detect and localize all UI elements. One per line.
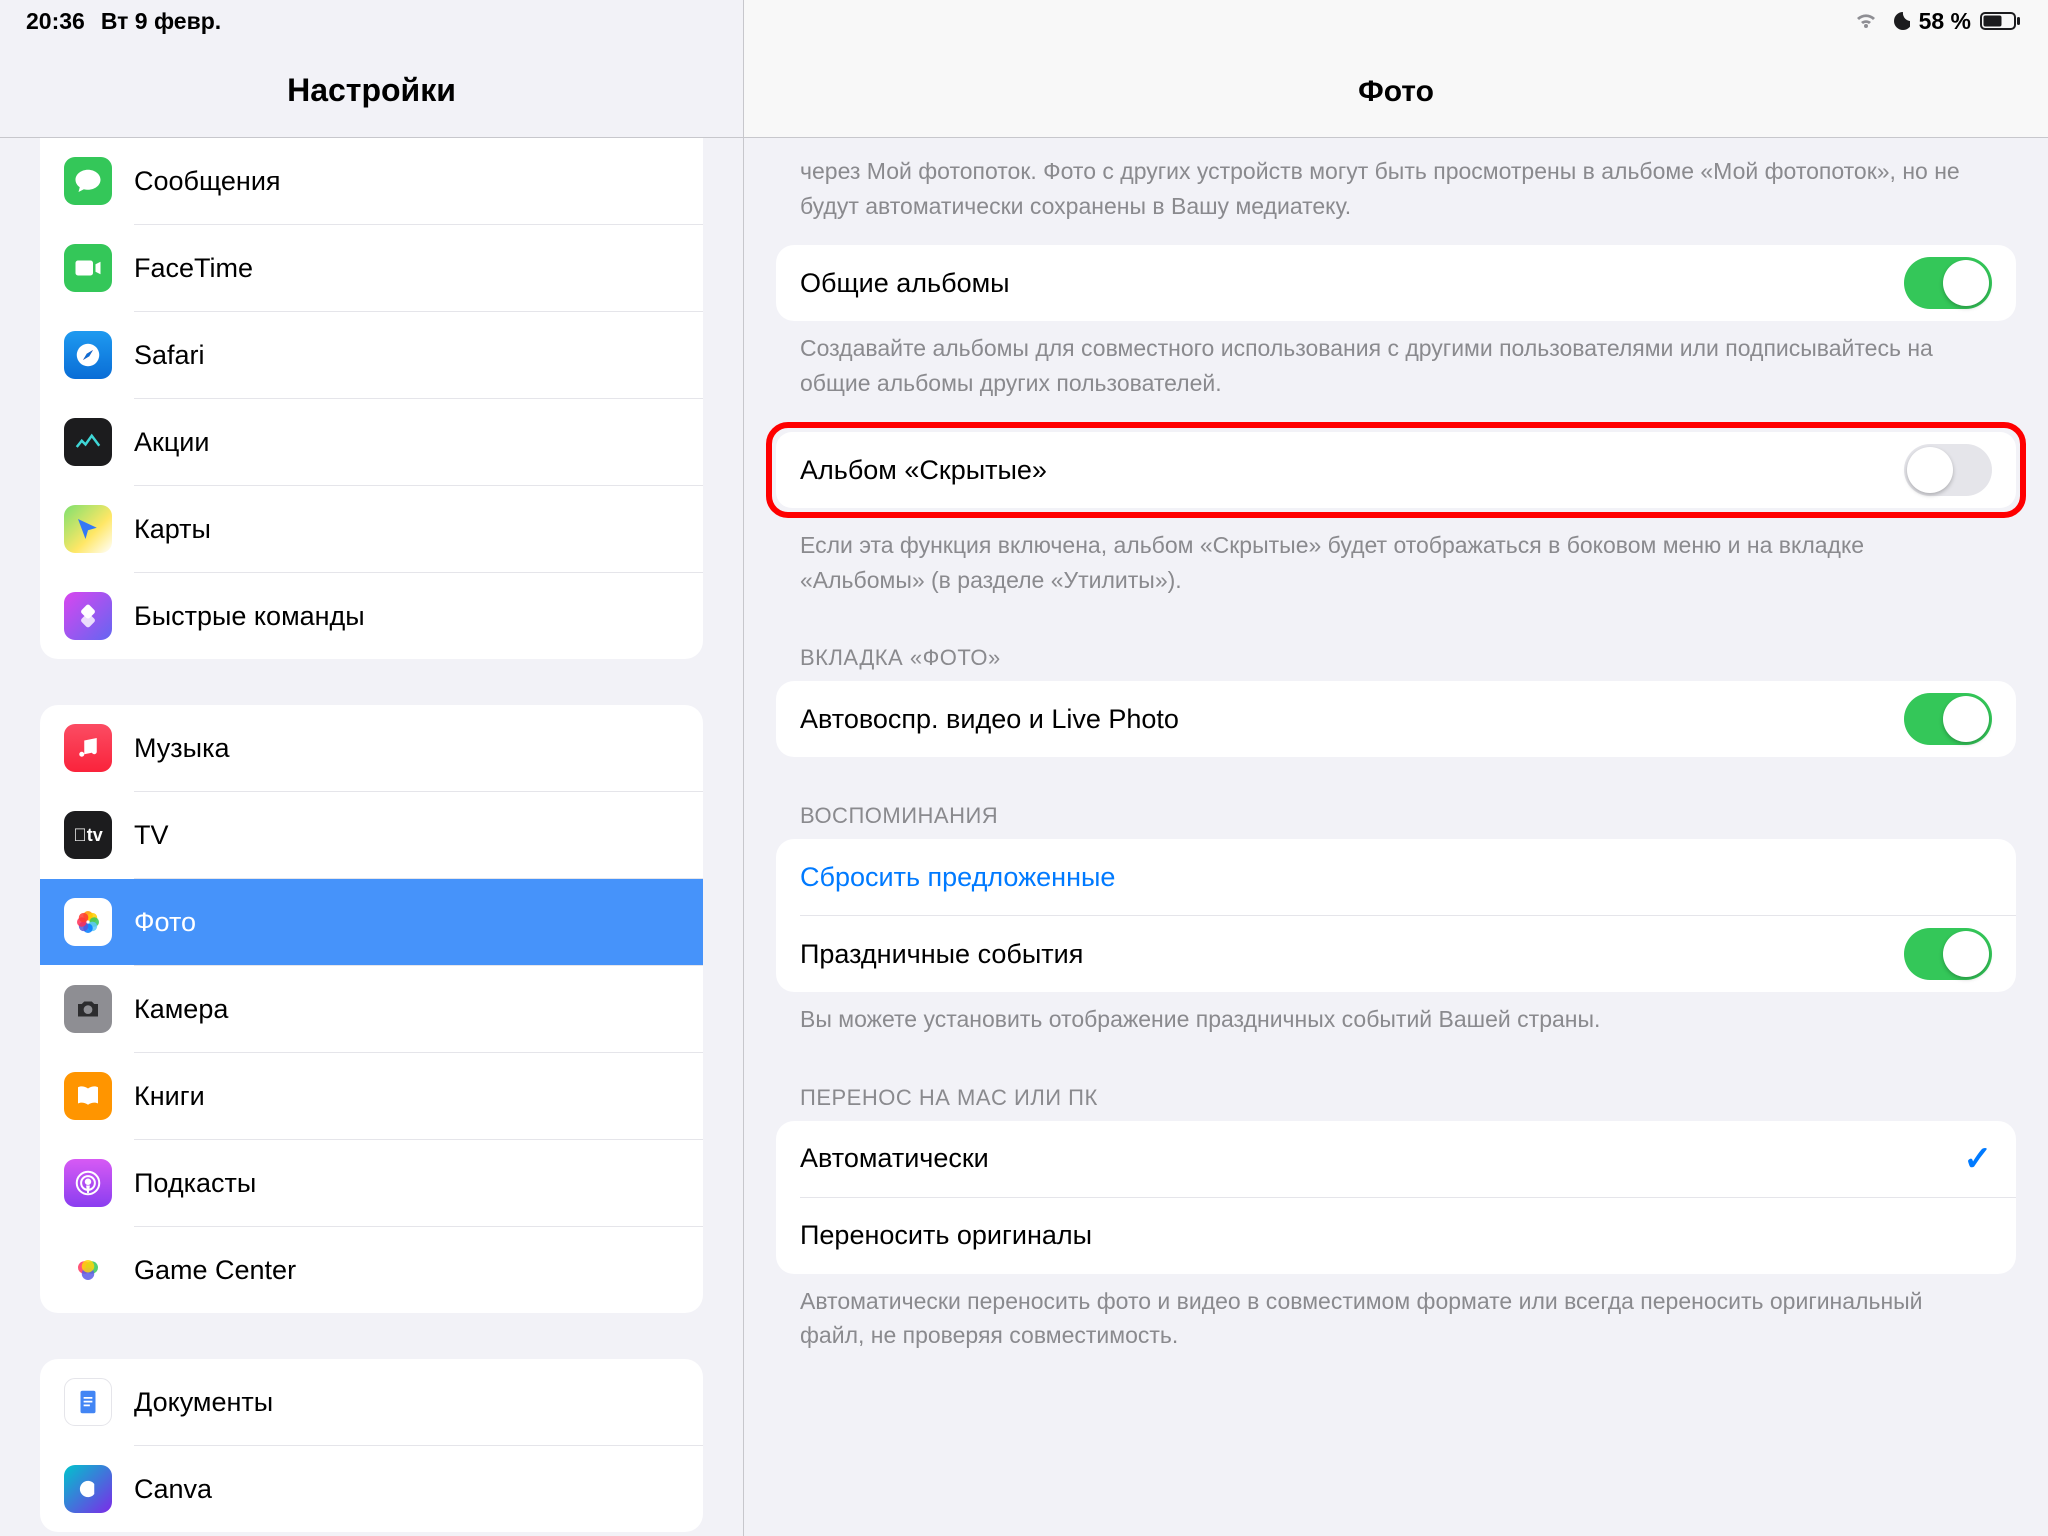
sidebar-item-music[interactable]: Музыка [40, 705, 703, 791]
checkmark-icon: ✓ [1964, 1139, 1993, 1179]
gamecenter-icon [64, 1246, 112, 1294]
sidebar-item-camera[interactable]: Камера [40, 966, 703, 1052]
transfer-footer: Автоматически переносить фото и видео в … [776, 1274, 2016, 1375]
safari-icon [64, 331, 112, 379]
shared-albums-footer: Создавайте альбомы для совместного испол… [776, 321, 2016, 422]
facetime-icon [64, 244, 112, 292]
sidebar-item-photos[interactable]: Фото [40, 879, 703, 965]
podcasts-icon [64, 1159, 112, 1207]
hidden-album-footer: Если эта функция включена, альбом «Скрыт… [776, 518, 2016, 619]
tv-icon: tv [64, 811, 112, 859]
hidden-album-toggle[interactable] [1904, 444, 1992, 496]
reset-suggested-row[interactable]: Сбросить предложенные [776, 839, 2016, 915]
shared-albums-row[interactable]: Общие альбомы [776, 245, 2016, 321]
sidebar-item-label: Акции [134, 427, 209, 458]
books-icon [64, 1072, 112, 1120]
row-label: Автоматически [800, 1143, 989, 1174]
battery-icon [1980, 11, 2022, 31]
shared-albums-group: Общие альбомы [776, 245, 2016, 321]
sidebar-item-label: Game Center [134, 1255, 296, 1286]
sidebar-item-label: Карты [134, 514, 211, 545]
transfer-header: ПЕРЕНОС НА MAC ИЛИ ПК [776, 1059, 2016, 1121]
sidebar-item-messages[interactable]: Сообщения [40, 138, 703, 224]
shared-albums-toggle[interactable] [1904, 257, 1992, 309]
hidden-album-highlight: Альбом «Скрытые» [766, 422, 2026, 518]
sidebar-item-label: Safari [134, 340, 205, 371]
transfer-auto-row[interactable]: Автоматически ✓ [776, 1121, 2016, 1197]
sidebar-item-facetime[interactable]: FaceTime [40, 225, 703, 311]
sidebar-title: Настройки [287, 72, 456, 109]
settings-sidebar: Настройки Сообщения FaceTime Safari [0, 0, 744, 1536]
sidebar-item-safari[interactable]: Safari [40, 312, 703, 398]
holiday-events-toggle[interactable] [1904, 928, 1992, 980]
row-label: Общие альбомы [800, 268, 1010, 299]
stocks-icon [64, 418, 112, 466]
settings-detail: Фото через Мой фотопоток. Фото с других … [744, 0, 2048, 1536]
sidebar-item-label: TV [134, 820, 169, 851]
autoplay-row[interactable]: Автовоспр. видео и Live Photo [776, 681, 2016, 757]
shortcuts-icon [64, 592, 112, 640]
photos-icon [64, 898, 112, 946]
sidebar-item-shortcuts[interactable]: Быстрые команды [40, 573, 703, 659]
autoplay-toggle[interactable] [1904, 693, 1992, 745]
sidebar-item-label: Фото [134, 907, 196, 938]
row-label: Праздничные события [800, 939, 1083, 970]
sidebar-item-label: Музыка [134, 733, 230, 764]
documents-icon [64, 1378, 112, 1426]
memories-header: ВОСПОМИНАНИЯ [776, 757, 2016, 839]
sidebar-item-label: Книги [134, 1081, 205, 1112]
row-label: Альбом «Скрытые» [800, 455, 1047, 486]
sidebar-item-gamecenter[interactable]: Game Center [40, 1227, 703, 1313]
sidebar-item-canva[interactable]: Canva [40, 1446, 703, 1532]
sidebar-item-documents[interactable]: Документы [40, 1359, 703, 1445]
photostream-footer: через Мой фотопоток. Фото с других устро… [776, 138, 2016, 245]
sidebar-item-label: Canva [134, 1474, 212, 1505]
status-battery-percent: 58 % [1919, 8, 1971, 35]
sidebar-group-apps-3: Документы Canva [40, 1359, 703, 1532]
sidebar-item-label: Документы [134, 1387, 273, 1418]
sidebar-item-label: Подкасты [134, 1168, 256, 1199]
status-date: Вт 9 февр. [101, 8, 221, 35]
sidebar-item-books[interactable]: Книги [40, 1053, 703, 1139]
wifi-icon [1853, 11, 1879, 31]
holiday-events-row[interactable]: Праздничные события [776, 916, 2016, 992]
photos-tab-group: Автовоспр. видео и Live Photo [776, 681, 2016, 757]
detail-title: Фото [1358, 75, 1434, 109]
sidebar-item-maps[interactable]: Карты [40, 486, 703, 572]
sidebar-item-label: FaceTime [134, 253, 253, 284]
status-time: 20:36 [26, 8, 85, 35]
sidebar-group-apps-2: Музыка tv TV Фото Камера Книги [40, 705, 703, 1313]
sidebar-item-tv[interactable]: tv TV [40, 792, 703, 878]
status-bar: 20:36 Вт 9 февр. 58 % [0, 0, 2048, 42]
transfer-group: Автоматически ✓ Переносить оригиналы [776, 1121, 2016, 1274]
memories-group: Сбросить предложенные Праздничные событи… [776, 839, 2016, 992]
sidebar-item-label: Сообщения [134, 166, 281, 197]
row-label: Переносить оригиналы [800, 1220, 1092, 1251]
sidebar-item-stocks[interactable]: Акции [40, 399, 703, 485]
messages-icon [64, 157, 112, 205]
music-icon [64, 724, 112, 772]
row-label: Сбросить предложенные [800, 862, 1115, 893]
sidebar-group-apps-1: Сообщения FaceTime Safari Акции Карты [40, 138, 703, 659]
canva-icon [64, 1465, 112, 1513]
row-label: Автовоспр. видео и Live Photo [800, 704, 1179, 735]
memories-footer: Вы можете установить отображение праздни… [776, 992, 2016, 1059]
sidebar-item-podcasts[interactable]: Подкасты [40, 1140, 703, 1226]
sidebar-item-label: Быстрые команды [134, 601, 365, 632]
sidebar-item-label: Камера [134, 994, 228, 1025]
photos-tab-header: ВКЛАДКА «ФОТО» [776, 619, 2016, 681]
hidden-album-row[interactable]: Альбом «Скрытые» [776, 432, 2016, 508]
camera-icon [64, 985, 112, 1033]
transfer-originals-row[interactable]: Переносить оригиналы [776, 1198, 2016, 1274]
moon-icon [1888, 10, 1910, 32]
maps-icon [64, 505, 112, 553]
hidden-album-group: Альбом «Скрытые» [776, 432, 2016, 508]
